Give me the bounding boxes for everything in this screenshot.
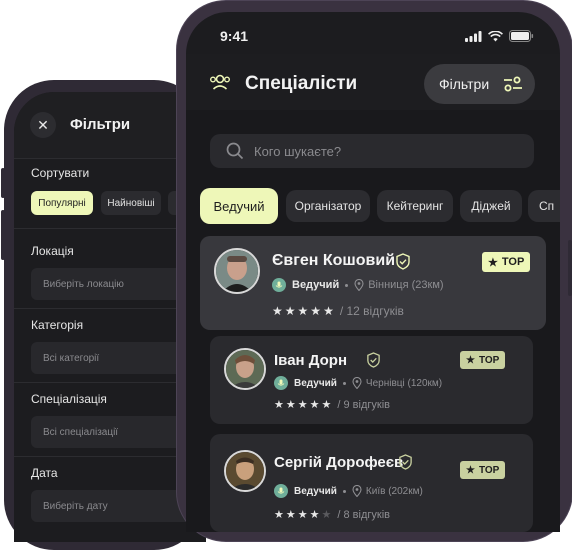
- phone-side-button: [1, 168, 5, 198]
- date-label: Дата: [31, 466, 58, 480]
- star-icon: ★: [466, 464, 475, 476]
- close-button[interactable]: ✕: [30, 112, 56, 138]
- rating: ★ ★ ★ ★ ★ / 12 відгуків: [272, 304, 404, 318]
- status-icons: [465, 30, 534, 42]
- location-pin-icon: [352, 485, 362, 497]
- location-label: Локація: [31, 244, 74, 258]
- search-placeholder: Кого шукаєте?: [254, 143, 342, 159]
- specialist-meta: Ведучий Вінниця (23км): [272, 278, 444, 292]
- category-chip[interactable]: Діджей: [460, 190, 522, 222]
- specialist-location: Київ (202км): [352, 485, 423, 497]
- star-icon: ★: [309, 509, 320, 521]
- specialist-location: Чернівці (120км): [352, 377, 442, 389]
- star-icon: ★: [309, 399, 320, 411]
- star-icon: ★: [488, 256, 498, 269]
- top-badge: ★ TOP: [460, 351, 506, 369]
- location-text: Київ (202км): [365, 485, 423, 497]
- category-chip[interactable]: Кейтеринг: [377, 190, 453, 222]
- specialist-role: Ведучий: [294, 377, 337, 389]
- star-icon: ★: [323, 304, 334, 318]
- microphone-icon: [274, 484, 288, 498]
- close-icon: ✕: [37, 116, 49, 133]
- top-badge-label: TOP: [501, 256, 525, 268]
- location-text: Вінниця (23км): [368, 279, 444, 291]
- signal-icon: [465, 30, 482, 42]
- avatar: [224, 450, 266, 492]
- specialist-name: Євген Кошовий: [272, 252, 396, 269]
- star-icon: ★: [297, 509, 308, 521]
- star-icon: ★: [466, 354, 475, 366]
- reviews-count: / 12 відгуків: [339, 304, 404, 318]
- location-pin-icon: [352, 377, 362, 389]
- separator-dot: [342, 381, 346, 385]
- filters-title: Фільтри: [70, 116, 131, 133]
- phone-side-button: [568, 240, 572, 296]
- separator-dot: [345, 283, 349, 287]
- verified-icon: [396, 253, 410, 270]
- top-badge-label: TOP: [478, 354, 500, 366]
- location-text: Чернівці (120км): [365, 377, 443, 389]
- star-icon: ★: [297, 304, 309, 318]
- verified-icon: [399, 454, 412, 470]
- verified-icon: [367, 352, 380, 368]
- search-icon: [226, 142, 244, 160]
- avatar: [214, 248, 260, 294]
- category-chip[interactable]: Ведучий: [200, 188, 278, 224]
- rating: ★ ★ ★ ★ ★ / 9 відгуків: [274, 398, 390, 412]
- category-chip[interactable]: Сп: [528, 190, 560, 222]
- status-time: 9:41: [220, 28, 249, 44]
- star-icon: ★: [310, 304, 322, 318]
- category-label: Категорія: [31, 318, 84, 332]
- location-pin-icon: [354, 279, 364, 291]
- specialist-card[interactable]: Євген Кошовий ★ TOP Ведучий Вінниця (23к…: [200, 236, 546, 330]
- star-icon: ★: [297, 399, 308, 411]
- rating: ★ ★ ★ ★ ★ / 8 відгуків: [274, 508, 390, 522]
- filters-button[interactable]: Фільтри: [424, 64, 535, 104]
- users-icon: [210, 74, 231, 90]
- wifi-icon: [488, 30, 503, 41]
- specialist-meta: Ведучий Чернівці (120км): [274, 376, 442, 390]
- star-icon: ★: [272, 304, 283, 318]
- microphone-icon: [272, 278, 286, 292]
- specialist-name: Іван Дорн: [274, 352, 348, 369]
- specialist-card[interactable]: Сергій Дорофеєв ★ TOP Ведучий Київ (202к…: [210, 434, 533, 532]
- specialist-card[interactable]: Іван Дорн ★ TOP Ведучий Чернівці (120км)…: [210, 336, 533, 424]
- star-icon-empty: ★: [321, 509, 332, 521]
- specialist-role: Ведучий: [294, 485, 337, 497]
- specialist-location: Вінниця (23км): [354, 279, 444, 291]
- sort-option-newest[interactable]: Найновіші: [101, 191, 161, 215]
- separator-dot: [342, 489, 346, 493]
- specialist-role: Ведучий: [292, 279, 340, 291]
- star-icon: ★: [284, 304, 296, 318]
- category-chip[interactable]: Організатор: [286, 190, 370, 222]
- specialization-label: Спеціалізація: [31, 392, 107, 406]
- star-icon: ★: [285, 509, 296, 521]
- star-icon: ★: [274, 509, 284, 521]
- microphone-icon: [274, 376, 288, 390]
- sort-label: Сортувати: [31, 166, 90, 180]
- search-input[interactable]: Кого шукаєте?: [210, 134, 534, 168]
- specialist-name: Сергій Дорофеєв: [274, 454, 404, 471]
- battery-icon: [509, 30, 534, 42]
- top-badge: ★ TOP: [482, 252, 531, 272]
- avatar: [224, 348, 266, 390]
- top-badge-label: TOP: [478, 464, 500, 476]
- top-badge: ★ TOP: [460, 461, 506, 479]
- sliders-icon: [504, 76, 523, 92]
- star-icon: ★: [321, 399, 332, 411]
- specialists-screen: 9:41 Спеціалісти Фільтри Кого шукаєте? В…: [186, 12, 560, 532]
- specialist-meta: Ведучий Київ (202км): [274, 484, 423, 498]
- star-icon: ★: [274, 399, 284, 411]
- star-icon: ★: [285, 399, 296, 411]
- phone-side-button: [1, 210, 5, 260]
- sort-option-popular[interactable]: Популярні: [31, 191, 93, 215]
- reviews-count: / 8 відгуків: [337, 508, 390, 521]
- reviews-count: / 9 відгуків: [337, 398, 390, 411]
- page-title: Спеціалісти: [245, 73, 358, 94]
- filters-button-label: Фільтри: [439, 76, 490, 92]
